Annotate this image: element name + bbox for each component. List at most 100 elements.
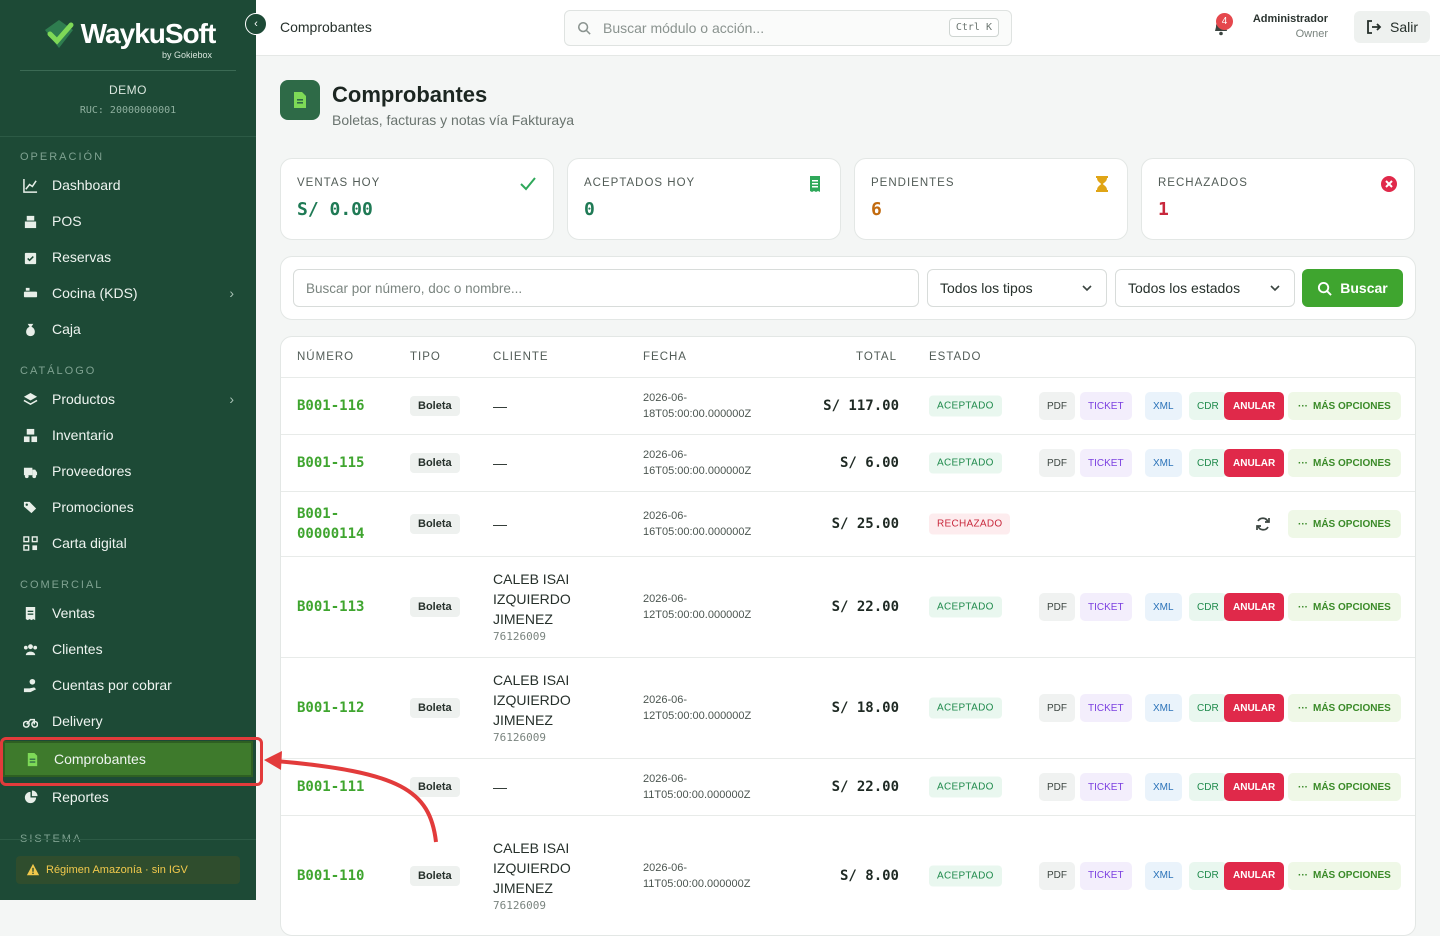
logo[interactable]: WaykuSoft [0, 16, 256, 52]
status-select[interactable]: Todos los estados [1115, 269, 1295, 307]
more-options-button[interactable]: ··· MÁS OPCIONES [1288, 593, 1401, 621]
table-row[interactable]: B001-110 Boleta CALEB ISAI IZQUIERDO JIMEN… [281, 815, 1415, 935]
module-search-input[interactable]: Buscar módulo o acción... Ctrl K [564, 10, 1012, 46]
ellipsis-icon: ··· [1298, 781, 1308, 793]
column-header-número[interactable]: NÚMERO [297, 351, 354, 363]
notification-count: 4 [1216, 13, 1233, 30]
sidebar-item-proveedores[interactable]: Proveedores [0, 453, 256, 489]
collapse-sidebar-button[interactable]: ‹ [245, 13, 267, 35]
cdr-button[interactable]: CDR [1189, 593, 1227, 621]
sidebar-item-promociones[interactable]: Promociones [0, 489, 256, 525]
table-row[interactable]: B001-113 Boleta CALEB ISAI IZQUIERDO JIMEN… [281, 556, 1415, 657]
sidebar-item-carta-digital[interactable]: Carta digital [0, 525, 256, 561]
pdf-button[interactable]: PDF [1039, 861, 1075, 890]
logout-button[interactable]: Salir [1354, 11, 1430, 43]
sidebar-item-ventas[interactable]: Ventas [0, 595, 256, 631]
motorcycle-icon [22, 713, 38, 729]
cdr-button[interactable]: CDR [1189, 694, 1227, 722]
sidebar-item-dashboard[interactable]: Dashboard [0, 167, 256, 203]
receipt-number-link[interactable]: B001-115 [297, 453, 364, 473]
xml-button[interactable]: XML [1145, 392, 1182, 420]
ticket-button[interactable]: TICKET [1080, 861, 1132, 890]
anular-button[interactable]: ANULAR [1224, 694, 1285, 722]
xml-button[interactable]: XML [1145, 773, 1182, 801]
table-row[interactable]: B001-112 Boleta CALEB ISAI IZQUIERDO JIMEN… [281, 657, 1415, 758]
xml-button[interactable]: XML [1145, 593, 1182, 621]
more-options-button[interactable]: ··· MÁS OPCIONES [1288, 694, 1401, 722]
sidebar-item-label: Reportes [52, 789, 109, 805]
search-button[interactable]: Buscar [1302, 269, 1403, 307]
receipt-number-link[interactable]: B001-116 [297, 396, 364, 416]
receipts-table: NÚMERO TIPO CLIENTE FECHA TOTAL ESTADO B001-1… [280, 336, 1416, 936]
refresh-icon[interactable] [1255, 516, 1271, 532]
table-row[interactable]: B001-111 Boleta — 2026-06- 11T05:00:00.00… [281, 758, 1415, 815]
type-select[interactable]: Todos los tipos [927, 269, 1107, 307]
sidebar-item-cuentas-por-cobrar[interactable]: Cuentas por cobrar [0, 667, 256, 703]
sidebar-section-title: COMERCIAL [20, 579, 104, 591]
client-name-line: IZQUIERDO [493, 692, 571, 708]
regimen-label: Régimen Amazonía · sin IGV [46, 864, 188, 876]
filters-bar: Buscar por número, doc o nombre... Todos… [280, 256, 1416, 320]
ellipsis-icon: ··· [1298, 601, 1308, 613]
cdr-button[interactable]: CDR [1189, 861, 1227, 890]
pdf-button[interactable]: PDF [1039, 593, 1075, 621]
column-header-tipo[interactable]: TIPO [410, 351, 441, 363]
pdf-button[interactable]: PDF [1039, 694, 1075, 722]
ticket-button[interactable]: TICKET [1080, 773, 1132, 801]
date-line: 11T05:00:00.000000Z [643, 789, 751, 801]
more-options-button[interactable]: ··· MÁS OPCIONES [1288, 510, 1401, 538]
cdr-button[interactable]: CDR [1189, 392, 1227, 420]
sidebar-item-cocina-kds[interactable]: Cocina (KDS) › [0, 275, 256, 311]
column-header-fecha[interactable]: FECHA [643, 351, 687, 363]
column-header-total[interactable]: TOTAL [856, 351, 897, 363]
pdf-button[interactable]: PDF [1039, 449, 1075, 477]
ticket-button[interactable]: TICKET [1080, 449, 1132, 477]
ticket-button[interactable]: TICKET [1080, 593, 1132, 621]
anular-button[interactable]: ANULAR [1224, 593, 1285, 621]
client-name-line: — [493, 779, 507, 795]
ellipsis-icon: ··· [1298, 870, 1308, 881]
receipt-number-link[interactable]: B001-112 [297, 698, 364, 718]
table-row[interactable]: B001-116 Boleta — 2026-06- 18T05:00:00.00… [281, 377, 1415, 434]
xml-button[interactable]: XML [1145, 861, 1182, 890]
cdr-button[interactable]: CDR [1189, 773, 1227, 801]
receipt-number-link[interactable]: B001-113 [297, 597, 364, 617]
more-options-button[interactable]: ··· MÁS OPCIONES [1288, 773, 1401, 801]
status-badge: ACEPTADO [929, 395, 1002, 417]
type-badge: Boleta [410, 514, 460, 534]
receipt-number-link[interactable]: B001-110 [297, 866, 364, 886]
page-subtitle: Boletas, facturas y notas vía Fakturaya [332, 112, 575, 128]
xml-button[interactable]: XML [1145, 694, 1182, 722]
sidebar-item-delivery[interactable]: Delivery [0, 703, 256, 739]
more-options-button[interactable]: ··· MÁS OPCIONES [1288, 392, 1401, 420]
xml-button[interactable]: XML [1145, 449, 1182, 477]
sidebar-item-pos[interactable]: POS [0, 203, 256, 239]
user-info[interactable]: Administrador Owner [1253, 13, 1328, 40]
sidebar-item-clientes[interactable]: Clientes [0, 631, 256, 667]
anular-button[interactable]: ANULAR [1224, 449, 1285, 477]
receipt-number-link[interactable]: B001- 00000114 [297, 504, 364, 544]
receipt-search-input[interactable]: Buscar por número, doc o nombre... [293, 269, 919, 307]
anular-button[interactable]: ANULAR [1224, 392, 1285, 420]
ticket-button[interactable]: TICKET [1080, 694, 1132, 722]
table-row[interactable]: B001-115 Boleta — 2026-06- 16T05:00:00.00… [281, 434, 1415, 491]
anular-button[interactable]: ANULAR [1224, 773, 1285, 801]
ticket-button[interactable]: TICKET [1080, 392, 1132, 420]
pdf-button[interactable]: PDF [1039, 392, 1075, 420]
stat-label: RECHAZADOS [1158, 177, 1248, 189]
more-options-button[interactable]: ··· MÁS OPCIONES [1288, 861, 1401, 890]
column-header-estado[interactable]: ESTADO [929, 351, 981, 363]
stat-card-pendientes: PENDIENTES 6 [854, 158, 1128, 240]
more-options-button[interactable]: ··· MÁS OPCIONES [1288, 449, 1401, 477]
receipt-number-link[interactable]: B001-111 [297, 777, 364, 797]
cdr-button[interactable]: CDR [1189, 449, 1227, 477]
sidebar-item-productos[interactable]: Productos › [0, 381, 256, 417]
table-row[interactable]: B001- 00000114 Boleta — 2026-06- 16T05:00:… [281, 491, 1415, 556]
anular-button[interactable]: ANULAR [1224, 861, 1285, 890]
sidebar-item-reservas[interactable]: Reservas [0, 239, 256, 275]
pdf-button[interactable]: PDF [1039, 773, 1075, 801]
sidebar-item-caja[interactable]: Caja [0, 311, 256, 347]
sidebar-item-inventario[interactable]: Inventario [0, 417, 256, 453]
column-header-cliente[interactable]: CLIENTE [493, 351, 549, 363]
regimen-badge[interactable]: Régimen Amazonía · sin IGV [16, 856, 240, 884]
